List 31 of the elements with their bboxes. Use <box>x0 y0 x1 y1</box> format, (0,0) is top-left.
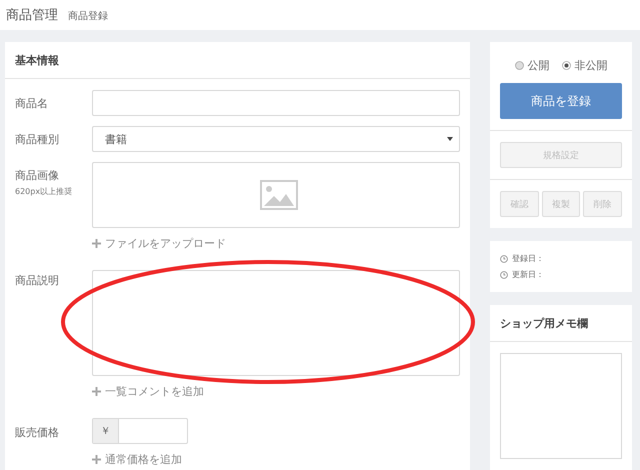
image-placeholder-icon <box>260 180 298 210</box>
field-label: 商品説明 <box>15 273 60 288</box>
text-field[interactable] <box>92 90 460 116</box>
clock-icon <box>500 254 508 262</box>
register-button[interactable]: 商品を登録 <box>500 83 622 119</box>
field-note: 620px以上推奨 <box>15 186 74 197</box>
description-field[interactable] <box>92 270 460 376</box>
select-field[interactable]: 書籍 <box>92 126 460 152</box>
caret-icon <box>447 137 453 141</box>
visibility-radio[interactable]: 非公開 <box>562 58 608 73</box>
price-field[interactable]: ￥ <box>92 418 188 444</box>
field-label: 商品画像 <box>15 168 60 183</box>
visibility-radio[interactable]: 公開 <box>514 58 550 73</box>
card-title: ショップ用メモ欄 <box>490 305 632 342</box>
page-subtitle: 商品登録 <box>68 10 108 23</box>
field-label: 商品種別 <box>15 132 60 147</box>
memo-field[interactable] <box>500 353 622 459</box>
add-link[interactable]: 通常価格を追加 <box>92 452 182 467</box>
add-link[interactable]: ファイルをアップロード <box>92 236 226 251</box>
plus-icon <box>92 239 101 248</box>
page-title: 商品管理 <box>6 7 58 24</box>
card-title: 基本情報 <box>5 42 470 79</box>
add-link[interactable]: 一覧コメントを追加 <box>92 384 204 399</box>
date-label: 登録日： <box>512 253 544 264</box>
plus-icon <box>92 455 101 464</box>
date-label: 更新日： <box>512 269 544 280</box>
image-drop-area[interactable] <box>92 162 460 228</box>
plus-icon <box>92 387 101 396</box>
field-label: 販売価格 <box>15 425 60 440</box>
clock-icon <box>500 270 508 278</box>
field-label: 商品名 <box>15 96 49 111</box>
